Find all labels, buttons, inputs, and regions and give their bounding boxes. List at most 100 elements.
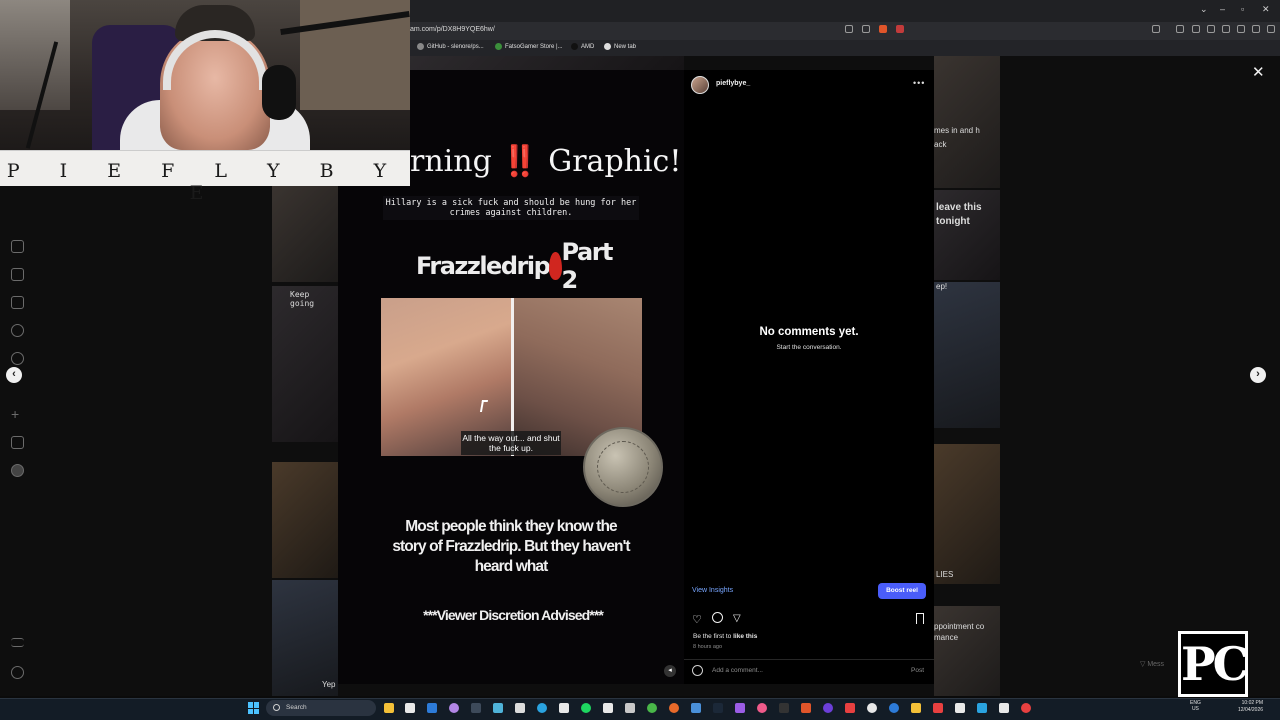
- more-options-icon[interactable]: •••: [913, 78, 925, 88]
- like-this-link[interactable]: like this: [733, 633, 757, 640]
- bg-tile-caption: leave this: [936, 202, 982, 213]
- app-icon[interactable]: [845, 703, 855, 713]
- app-icon[interactable]: [757, 703, 767, 713]
- extension-icon[interactable]: [1152, 25, 1160, 33]
- search-icon[interactable]: [11, 324, 24, 337]
- windows-start-icon[interactable]: [248, 702, 260, 714]
- app-icon[interactable]: [471, 703, 481, 713]
- taskbar-clock[interactable]: 10:02 PM 12/04/2026: [1238, 700, 1263, 714]
- spotify-icon[interactable]: [581, 703, 591, 713]
- app-icon[interactable]: [735, 703, 745, 713]
- app-icon[interactable]: [955, 703, 965, 713]
- app-icon[interactable]: [493, 703, 503, 713]
- url-text[interactable]: am.com/p/DX8H9YQE6hw/: [410, 26, 495, 33]
- video-title: Frazzledrip Part 2: [416, 238, 614, 294]
- mute-icon[interactable]: ◂: [664, 665, 676, 677]
- bookmark-icon[interactable]: [916, 613, 924, 624]
- webcam-window: [0, 0, 70, 110]
- advisory-text: ***Viewer Discretion Advised***: [423, 607, 604, 623]
- view-insights-link[interactable]: View Insights: [692, 587, 733, 594]
- minimize-icon[interactable]: –: [1220, 4, 1225, 14]
- taskbar: [0, 698, 1280, 720]
- bg-tile-caption: Keep going: [290, 290, 315, 308]
- bookmark-new-tab[interactable]: New tab: [604, 43, 636, 50]
- xbox-icon[interactable]: [647, 703, 657, 713]
- app-icon[interactable]: [999, 703, 1009, 713]
- app-icon[interactable]: [977, 703, 987, 713]
- post-button[interactable]: Post: [911, 667, 924, 674]
- microphone-icon: [262, 65, 296, 120]
- chevron-left-icon[interactable]: ‹: [6, 367, 22, 383]
- bookmark-amd[interactable]: AMD: [571, 43, 594, 50]
- bookmark-fatsogamer[interactable]: FatsoGamer Store |...: [495, 43, 563, 50]
- chevron-right-icon[interactable]: ›: [1250, 367, 1266, 383]
- app-icon[interactable]: [911, 703, 921, 713]
- close-window-icon[interactable]: ✕: [1262, 4, 1270, 15]
- brave-shield-icon[interactable]: [879, 25, 887, 33]
- bg-tile: Yep: [272, 580, 338, 696]
- taskbar-search[interactable]: Search: [266, 700, 376, 716]
- rewards-icon[interactable]: [896, 25, 904, 33]
- comment-icon[interactable]: [712, 612, 723, 623]
- comment-input[interactable]: Add a comment...: [712, 667, 763, 674]
- username[interactable]: pieflybye_: [716, 80, 750, 87]
- steam-icon[interactable]: [713, 703, 723, 713]
- share-page-icon[interactable]: [862, 25, 870, 33]
- messages-icon[interactable]: ▽ Mess: [1140, 660, 1164, 668]
- boost-reel-button[interactable]: Boost reel: [878, 583, 926, 599]
- restore-icon[interactable]: ▫: [1241, 4, 1244, 14]
- lang-bottom: US: [1191, 706, 1199, 712]
- close-icon[interactable]: ✕: [1252, 63, 1265, 81]
- store-icon[interactable]: [405, 703, 415, 713]
- avatar[interactable]: [691, 76, 709, 94]
- cast-icon[interactable]: [845, 25, 853, 33]
- app-icon[interactable]: [603, 703, 613, 713]
- dashboard-icon[interactable]: [11, 436, 24, 449]
- app-icon[interactable]: [889, 703, 899, 713]
- comment-divider: [684, 659, 934, 660]
- music-icon[interactable]: [1192, 25, 1200, 33]
- sidebar-icon[interactable]: [1207, 25, 1215, 33]
- telegram-icon[interactable]: [537, 703, 547, 713]
- reels-icon[interactable]: [11, 268, 24, 281]
- app-icon[interactable]: [691, 703, 701, 713]
- send-icon[interactable]: [11, 296, 24, 309]
- bg-tile-caption: mance: [934, 633, 959, 642]
- brave-icon[interactable]: [801, 703, 811, 713]
- search-icon: [273, 704, 280, 711]
- app-icon[interactable]: [559, 703, 569, 713]
- language-indicator[interactable]: ENG US: [1190, 700, 1201, 712]
- download-icon[interactable]: [1176, 25, 1184, 33]
- emoji-icon[interactable]: [692, 665, 703, 676]
- likes-text: Be the first to like this: [693, 633, 757, 640]
- app-icon[interactable]: [625, 703, 635, 713]
- app-icon[interactable]: [867, 703, 877, 713]
- vpn-icon[interactable]: [1252, 25, 1260, 33]
- file-explorer-icon[interactable]: [384, 703, 394, 713]
- bg-tile-caption: mes in and h: [934, 126, 980, 135]
- mail-icon[interactable]: [427, 703, 437, 713]
- app-icon[interactable]: [515, 703, 525, 713]
- app-icon[interactable]: [1021, 703, 1031, 713]
- bg-tile: ep!: [934, 282, 1000, 428]
- more-apps-icon[interactable]: [11, 666, 24, 679]
- app-icon[interactable]: [933, 703, 943, 713]
- wallet-icon[interactable]: [1222, 25, 1230, 33]
- chevron-down-icon[interactable]: ⌄: [1200, 4, 1208, 15]
- app-icon[interactable]: [449, 703, 459, 713]
- app-icon[interactable]: [779, 703, 789, 713]
- leo-icon[interactable]: [1237, 25, 1245, 33]
- share-icon[interactable]: ▽: [733, 613, 741, 624]
- likes-prefix: Be the first to: [693, 633, 732, 640]
- profile-icon[interactable]: [11, 464, 24, 477]
- heart-icon[interactable]: ♡: [692, 613, 702, 626]
- create-icon[interactable]: +: [11, 407, 24, 421]
- app-icon[interactable]: [669, 703, 679, 713]
- bookmark-github[interactable]: GitHub - slenore/ps...: [417, 43, 484, 50]
- menu-icon[interactable]: [11, 638, 24, 647]
- home-icon[interactable]: [11, 240, 24, 253]
- bg-tile: [410, 56, 684, 70]
- app-icon[interactable]: [823, 703, 833, 713]
- explore-icon[interactable]: [11, 352, 24, 365]
- browser-menu-icon[interactable]: [1267, 25, 1275, 33]
